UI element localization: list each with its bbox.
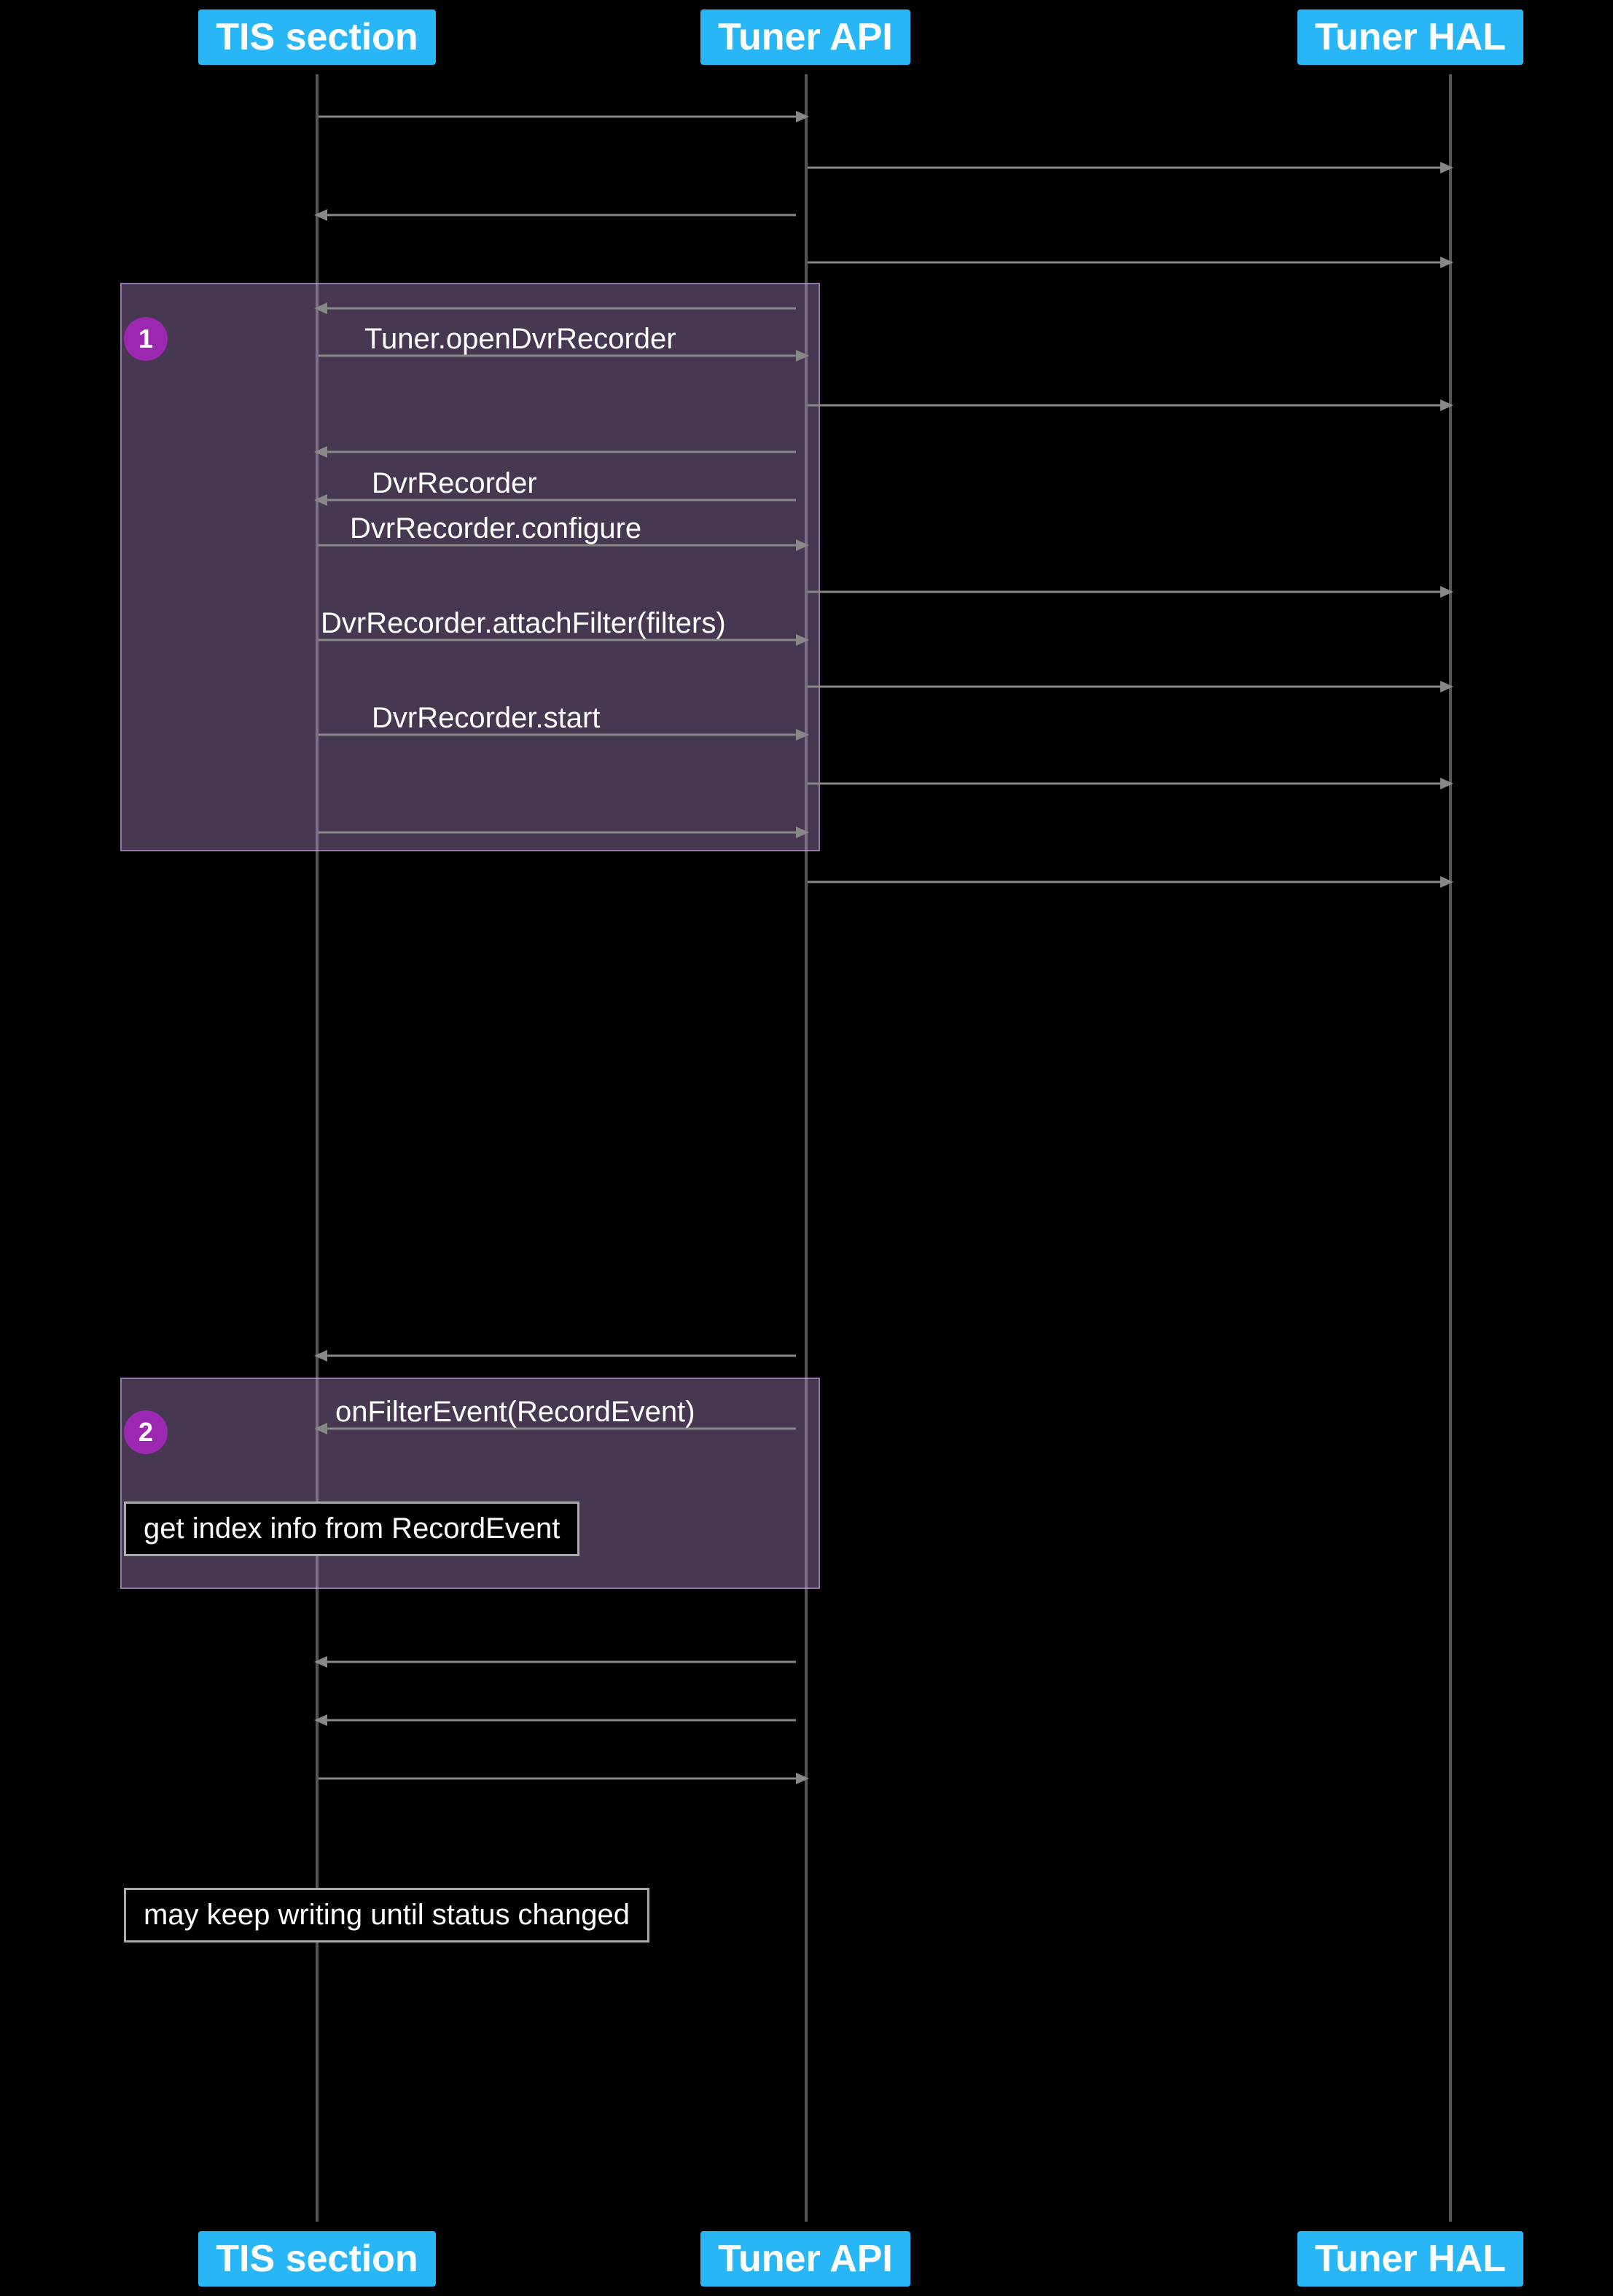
sequence-diagram-svg: Tuner.openDvrRecorder DvrRecorder DvrRec… [0, 0, 1613, 2296]
svg-text:onFilterEvent(RecordEvent): onFilterEvent(RecordEvent) [335, 1396, 695, 1428]
svg-text:DvrRecorder: DvrRecorder [372, 467, 537, 499]
svg-text:DvrRecorder.configure: DvrRecorder.configure [350, 512, 641, 544]
svg-text:DvrRecorder.attachFilter(filte: DvrRecorder.attachFilter(filters) [321, 607, 726, 639]
svg-text:DvrRecorder.start: DvrRecorder.start [372, 702, 600, 734]
svg-text:Tuner.openDvrRecorder: Tuner.openDvrRecorder [364, 323, 676, 355]
